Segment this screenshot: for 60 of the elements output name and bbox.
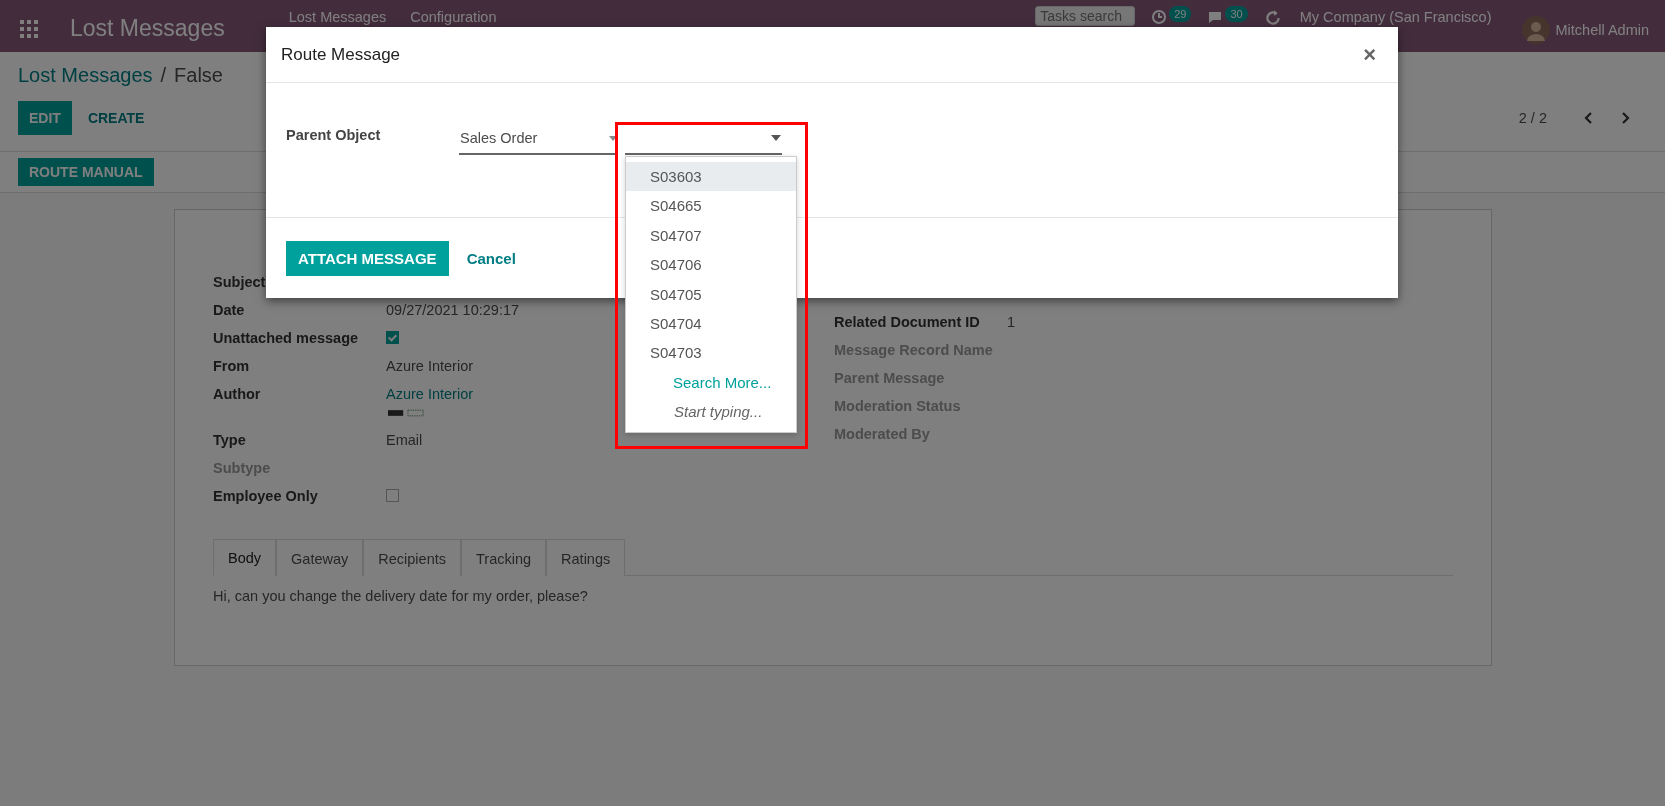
- search-field[interactable]: Tasks search: [1035, 6, 1136, 26]
- message-body: Hi, can you change the delivery date for my order, please?: [213, 588, 588, 604]
- field-value: Azure Interior: [386, 357, 474, 376]
- attach-message-button[interactable]: ATTACH MESSAGE: [286, 240, 449, 276]
- user-menu[interactable]: Mitchell Admin: [1555, 16, 1649, 44]
- field-label: Subject: [213, 273, 267, 292]
- breadcrumb-link[interactable]: Lost Messages: [18, 64, 153, 87]
- avatar-icon[interactable]: [1521, 16, 1550, 44]
- clock-icon[interactable]: [1151, 9, 1168, 25]
- message-count-badge: 30: [1225, 6, 1248, 22]
- pager-counter: 2 / 2: [1518, 110, 1547, 126]
- cancel-button[interactable]: Cancel: [454, 240, 528, 276]
- notebook-tab[interactable]: Body: [213, 539, 277, 576]
- field-label: From: [213, 357, 251, 376]
- activity-count-badge: 29: [1169, 6, 1192, 22]
- create-button[interactable]: CREATE: [79, 101, 153, 135]
- dropdown-option[interactable]: S04704: [626, 308, 796, 339]
- checkbox[interactable]: [386, 489, 399, 502]
- notebook-tab[interactable]: Gateway: [276, 539, 364, 576]
- caret-icon: [771, 135, 781, 141]
- field-label: Parent Object: [286, 126, 382, 145]
- dropdown-option[interactable]: S04706: [626, 250, 796, 280]
- dropdown-option[interactable]: S03603: [626, 162, 796, 192]
- app-title: Lost Messages: [70, 14, 225, 42]
- route-manual-button[interactable]: ROUTE MANUAL: [18, 158, 154, 186]
- field-label: Employee Only: [213, 487, 319, 506]
- field-label: Date: [213, 301, 246, 320]
- refresh-icon[interactable]: [1263, 9, 1282, 27]
- notebook-tab[interactable]: Recipients: [363, 539, 461, 576]
- caret-icon: [609, 135, 617, 141]
- previous-icon[interactable]: [1583, 112, 1595, 124]
- field-value: 1: [1006, 313, 1016, 332]
- dropdown-option[interactable]: S04665: [626, 191, 796, 221]
- field-label: Related Document ID: [834, 313, 981, 332]
- notebook-tab[interactable]: Tracking: [461, 539, 547, 576]
- checkbox[interactable]: [386, 331, 399, 344]
- field-label: Unattached message: [213, 329, 360, 348]
- field-label: Author: [213, 385, 262, 404]
- field-label: Type: [213, 431, 247, 450]
- nav-menu-item[interactable]: Lost Messages: [288, 6, 387, 28]
- dropdown-option[interactable]: S04707: [626, 220, 796, 251]
- notebook-tab[interactable]: Ratings: [546, 539, 626, 576]
- apps-menu-icon[interactable]: [20, 20, 38, 38]
- dropdown-hint: Start typing...: [674, 402, 763, 420]
- close-button[interactable]: ×: [1361, 41, 1378, 68]
- dialog-title: Route Message: [281, 44, 401, 65]
- model-select[interactable]: Sales Order: [459, 123, 617, 155]
- field-value: 09/27/2021 10:29:17: [386, 301, 520, 320]
- dropdown-option[interactable]: S04705: [626, 279, 796, 309]
- author-link[interactable]: Azure Interior: [386, 380, 474, 408]
- nav-menu-item[interactable]: Configuration: [410, 6, 497, 28]
- chat-icon[interactable]: [1207, 9, 1224, 25]
- edit-button[interactable]: EDIT: [18, 101, 72, 135]
- company-switcher[interactable]: My Company (San Francisco): [1299, 6, 1492, 28]
- breadcrumb-current: False: [174, 64, 223, 87]
- breadcrumb-separator: /: [160, 64, 167, 87]
- search-more-link[interactable]: Search More...: [673, 373, 772, 391]
- dropdown-option[interactable]: S04703: [626, 338, 796, 368]
- field-value: Email: [386, 431, 423, 450]
- next-icon[interactable]: [1619, 112, 1631, 124]
